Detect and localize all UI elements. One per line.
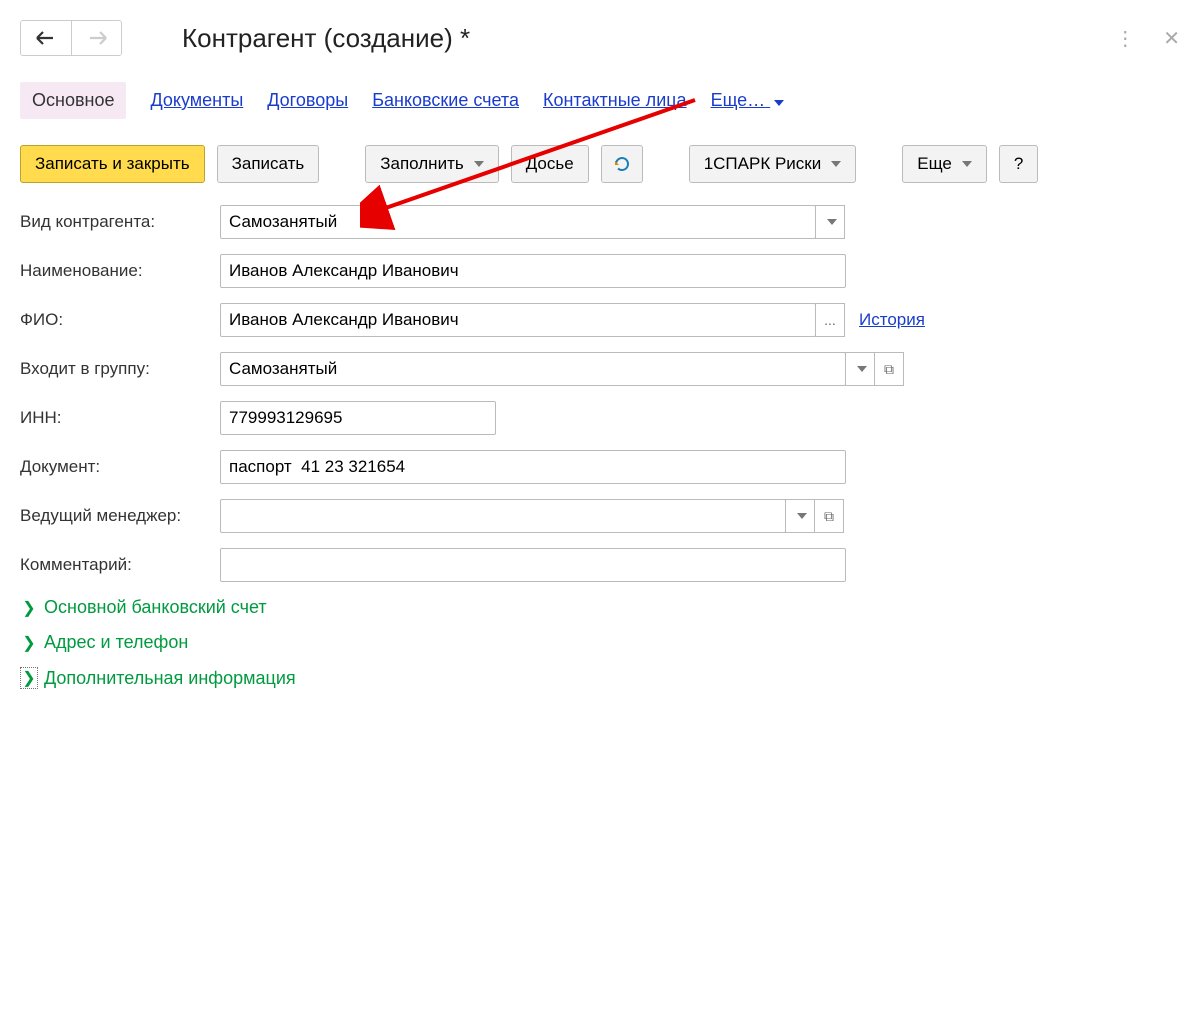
manager-dropdown-button[interactable] xyxy=(785,499,815,533)
label-counterparty-type: Вид контрагента: xyxy=(20,212,220,232)
tab-documents[interactable]: Документы xyxy=(150,90,243,111)
spark-button-label: 1СПАРК Риски xyxy=(704,154,822,174)
toolbar: Записать и закрыть Записать Заполнить До… xyxy=(20,145,1180,183)
save-button[interactable]: Записать xyxy=(217,145,320,183)
nav-buttons xyxy=(20,20,122,56)
chevron-down-icon xyxy=(797,513,807,519)
manager-input[interactable] xyxy=(220,499,786,533)
tab-more-label: Еще… xyxy=(711,90,766,110)
fio-ellipsis-button[interactable]: ... xyxy=(815,303,845,337)
arrow-left-icon xyxy=(35,30,57,46)
nav-forward-button[interactable] xyxy=(71,21,121,55)
more-button-label: Еще xyxy=(917,154,952,174)
section-additional-info[interactable]: ❯ Дополнительная информация xyxy=(20,667,1180,689)
row-manager: Ведущий менеджер: xyxy=(20,499,1180,533)
tab-main[interactable]: Основное xyxy=(20,82,126,119)
spark-button[interactable]: 1СПАРК Риски xyxy=(689,145,857,183)
chevron-right-icon: ❯ xyxy=(20,667,38,689)
window-actions: ⋮ ✕ xyxy=(1115,26,1180,51)
comment-input[interactable] xyxy=(220,548,846,582)
group-open-button[interactable] xyxy=(874,352,904,386)
chevron-down-icon xyxy=(831,161,841,167)
section-bank-label: Основной банковский счет xyxy=(44,597,267,618)
close-icon: ✕ xyxy=(1163,28,1180,50)
group-dropdown-button[interactable] xyxy=(845,352,875,386)
chevron-down-icon xyxy=(857,366,867,372)
counterparty-type-dropdown-button[interactable] xyxy=(815,205,845,239)
inn-input[interactable] xyxy=(220,401,496,435)
more-button[interactable]: Еще xyxy=(902,145,987,183)
fill-button[interactable]: Заполнить xyxy=(365,145,498,183)
refresh-icon xyxy=(612,154,632,174)
label-comment: Комментарий: xyxy=(20,555,220,575)
label-manager: Ведущий менеджер: xyxy=(20,506,220,526)
tab-contracts[interactable]: Договоры xyxy=(267,90,348,111)
page-title: Контрагент (создание) * xyxy=(182,23,470,54)
save-close-button[interactable]: Записать и закрыть xyxy=(20,145,205,183)
row-group: Входит в группу: xyxy=(20,352,1180,386)
nav-back-button[interactable] xyxy=(21,21,71,55)
section-additional-label: Дополнительная информация xyxy=(44,668,296,689)
dossier-button[interactable]: Досье xyxy=(511,145,589,183)
tab-more[interactable]: Еще… xyxy=(711,90,785,111)
section-address-label: Адрес и телефон xyxy=(44,632,188,653)
row-document: Документ: xyxy=(20,450,1180,484)
name-input[interactable] xyxy=(220,254,846,288)
counterparty-type-input[interactable] xyxy=(220,205,816,239)
chevron-right-icon: ❯ xyxy=(20,633,38,653)
label-group: Входит в группу: xyxy=(20,359,220,379)
label-inn: ИНН: xyxy=(20,408,220,428)
fio-input[interactable] xyxy=(220,303,816,337)
tab-bank-accounts[interactable]: Банковские счета xyxy=(372,90,519,111)
kebab-icon: ⋮ xyxy=(1115,28,1135,50)
chevron-down-icon xyxy=(827,219,837,225)
chevron-right-icon: ❯ xyxy=(20,598,38,618)
refresh-button[interactable] xyxy=(601,145,643,183)
history-link[interactable]: История xyxy=(859,310,925,330)
section-bank-account[interactable]: ❯ Основной банковский счет xyxy=(20,597,1180,618)
row-comment: Комментарий: xyxy=(20,548,1180,582)
label-fio: ФИО: xyxy=(20,310,220,330)
tab-contact-persons[interactable]: Контактные лица xyxy=(543,90,687,111)
close-button[interactable]: ✕ xyxy=(1163,26,1180,51)
arrow-right-icon xyxy=(86,30,108,46)
row-fio: ФИО: ... История xyxy=(20,303,1180,337)
section-address-phone[interactable]: ❯ Адрес и телефон xyxy=(20,632,1180,653)
chevron-down-icon xyxy=(962,161,972,167)
label-document: Документ: xyxy=(20,457,220,477)
row-inn: ИНН: xyxy=(20,401,1180,435)
fill-button-label: Заполнить xyxy=(380,154,463,174)
manager-open-button[interactable] xyxy=(814,499,844,533)
form: Вид контрагента: Наименование: ФИО: ... … xyxy=(20,205,1180,582)
label-name: Наименование: xyxy=(20,261,220,281)
chevron-down-icon xyxy=(474,161,484,167)
group-input[interactable] xyxy=(220,352,846,386)
chevron-down-icon xyxy=(774,100,784,106)
help-button[interactable]: ? xyxy=(999,145,1038,183)
document-input[interactable] xyxy=(220,450,846,484)
row-counterparty-type: Вид контрагента: xyxy=(20,205,1180,239)
header-row: Контрагент (создание) * ⋮ ✕ xyxy=(20,20,1180,56)
row-name: Наименование: xyxy=(20,254,1180,288)
window-menu-button[interactable]: ⋮ xyxy=(1115,26,1135,51)
tabs-nav: Основное Документы Договоры Банковские с… xyxy=(20,74,1180,127)
